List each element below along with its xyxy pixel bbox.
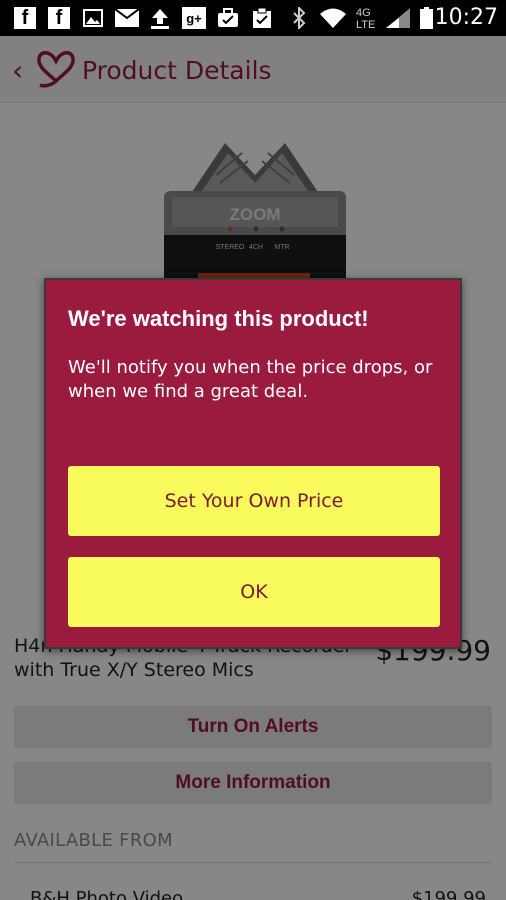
network-type: 4G LTE — [356, 7, 376, 31]
battery-icon — [418, 7, 434, 29]
mail-icon — [114, 7, 140, 29]
google-plus-icon: g+ — [182, 7, 206, 29]
facebook-icon: f — [14, 7, 36, 29]
image-icon — [82, 7, 104, 29]
dialog-title: We're watching this product! — [68, 306, 369, 331]
watching-dialog: We're watching this product! We'll notif… — [44, 278, 462, 649]
briefcase-icon — [216, 7, 240, 29]
clipboard-check-icon — [250, 7, 274, 29]
facebook-icon: f — [48, 7, 70, 29]
upload-icon — [148, 7, 172, 29]
clock: 10:27 — [434, 5, 498, 30]
signal-icon — [384, 7, 412, 29]
set-your-own-price-button[interactable]: Set Your Own Price — [68, 466, 440, 536]
bluetooth-icon — [290, 7, 308, 29]
dialog-message: We'll notify you when the price drops, o… — [68, 357, 433, 402]
wifi-icon — [318, 7, 348, 29]
ok-button[interactable]: OK — [68, 557, 440, 627]
status-bar: f f g+ 4G LTE 10:27 — [0, 0, 506, 36]
